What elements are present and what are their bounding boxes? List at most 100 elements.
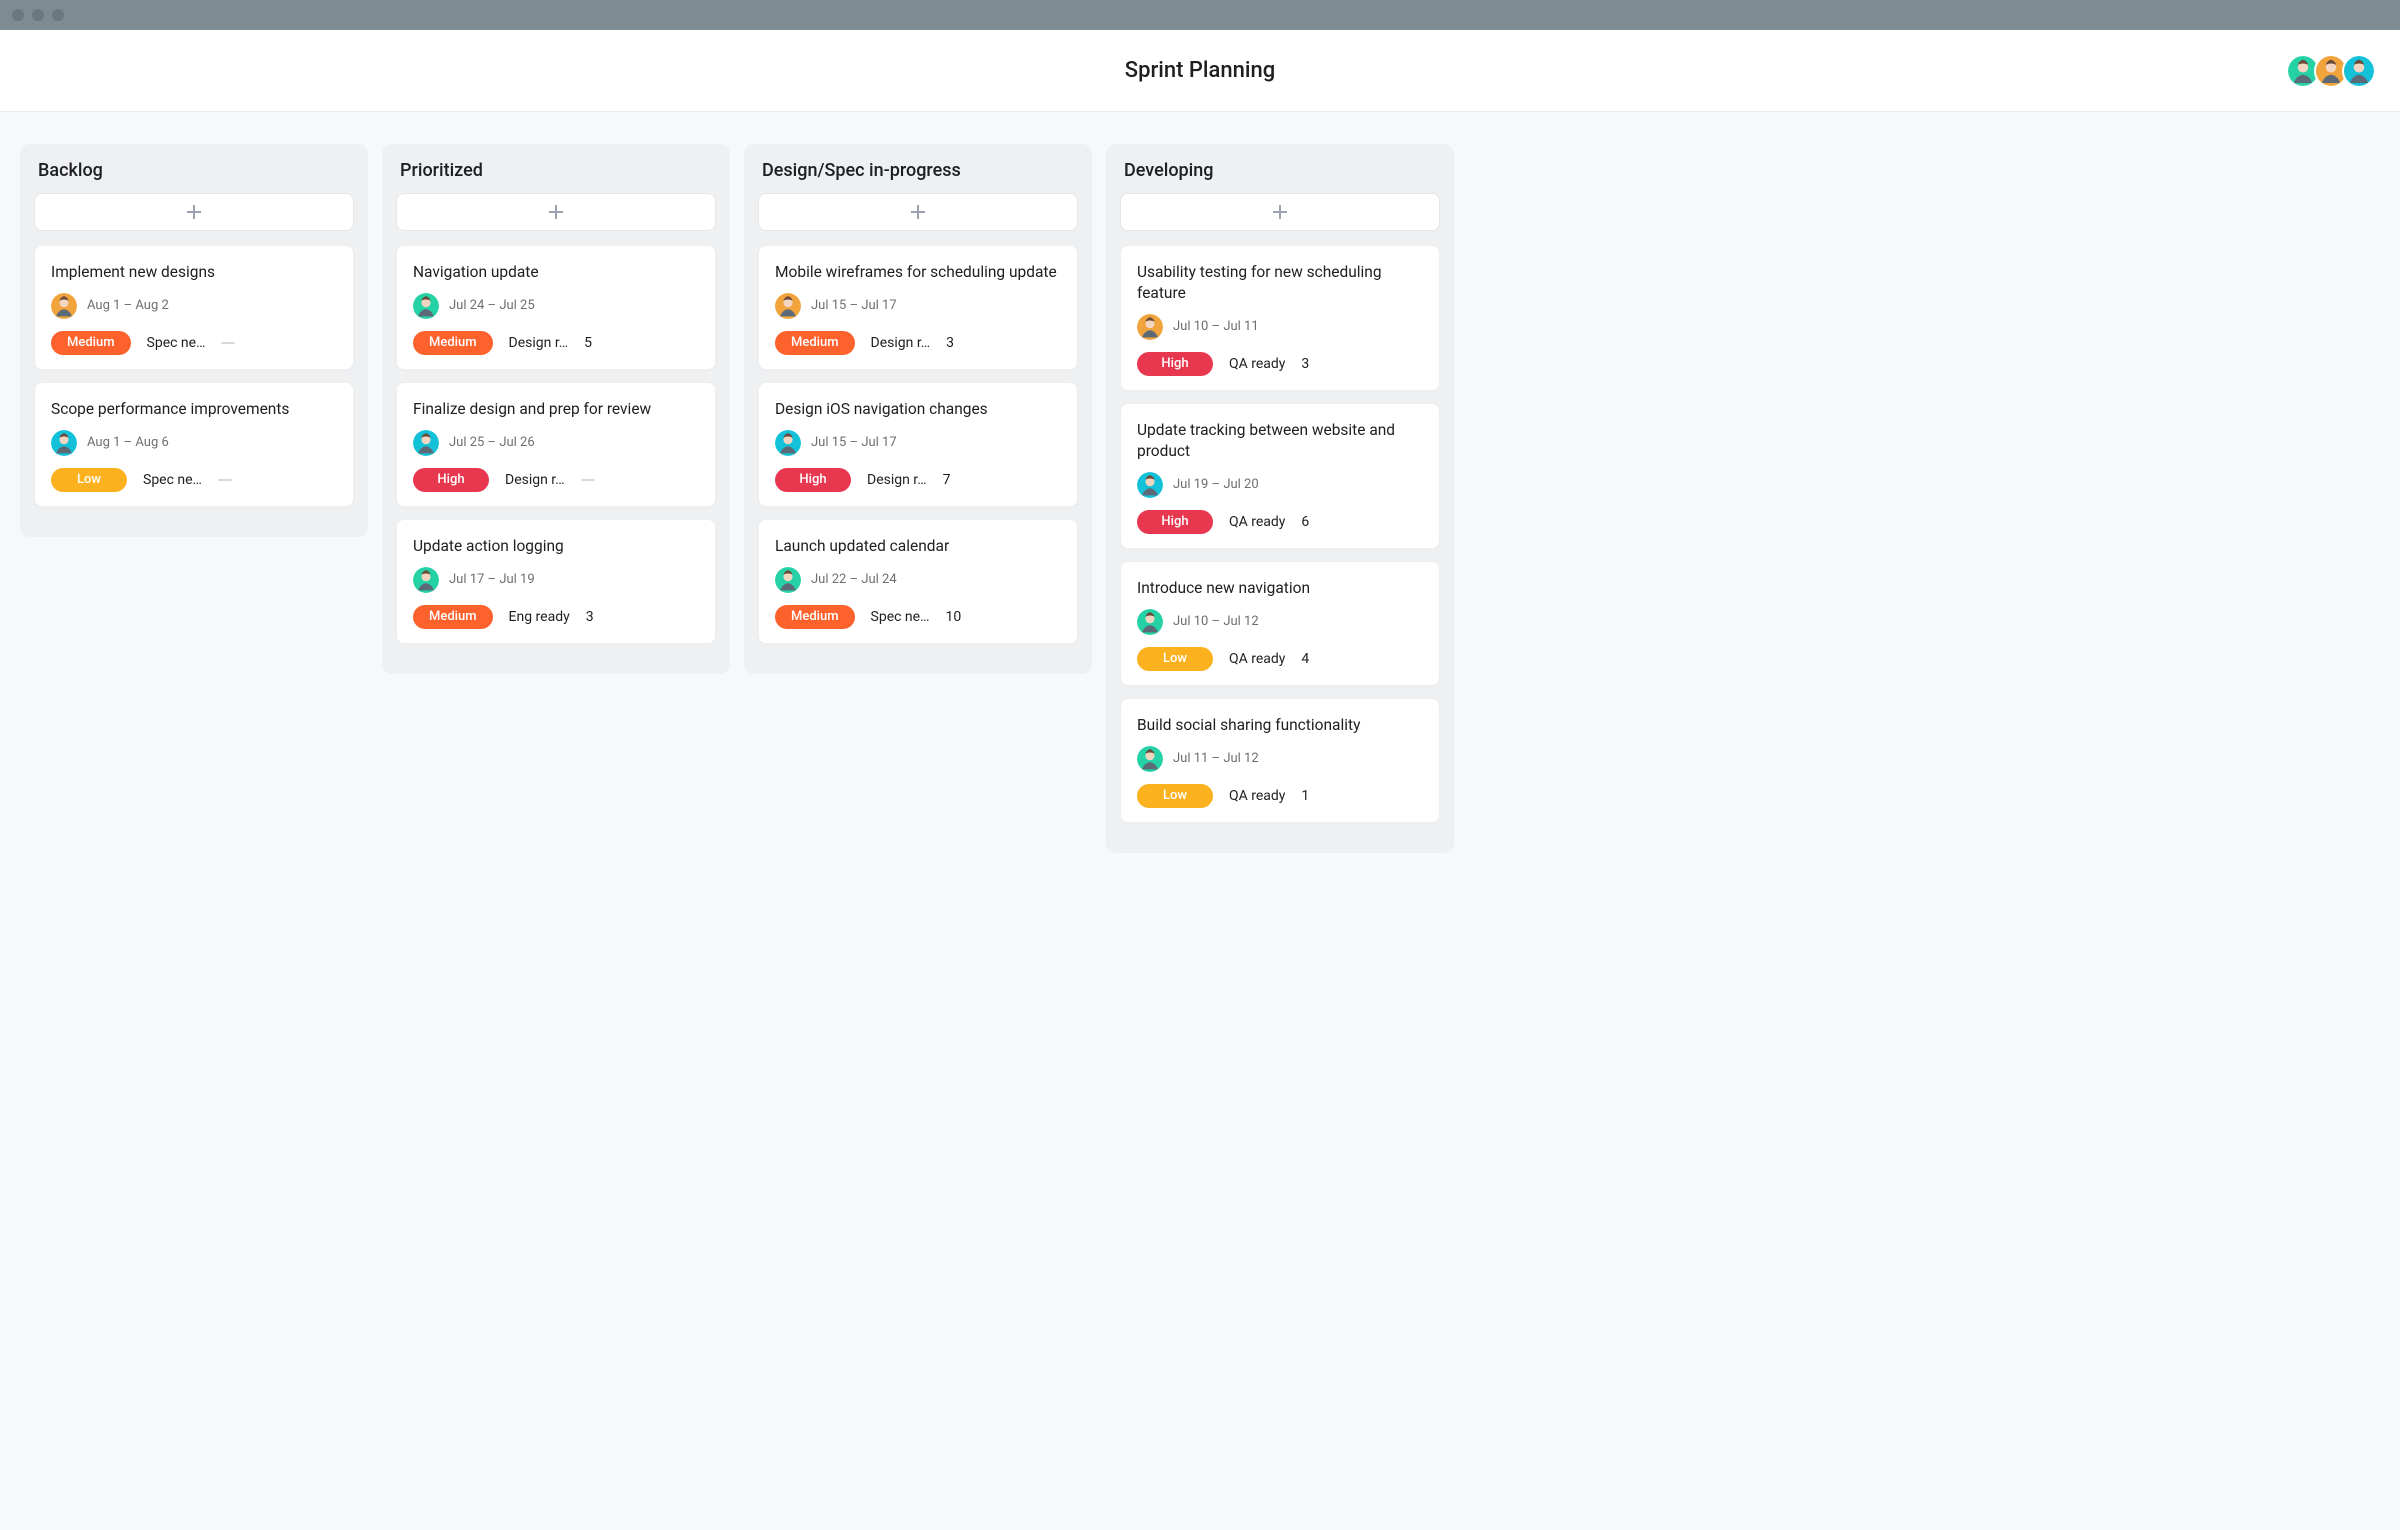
assignee-avatar[interactable]	[413, 430, 439, 456]
priority-pill: High	[1137, 510, 1213, 534]
card-date: Jul 15 – Jul 17	[811, 435, 897, 450]
card-date: Jul 17 – Jul 19	[449, 572, 535, 587]
task-card[interactable]: Implement new designs Aug 1 – Aug 2Mediu…	[34, 245, 354, 370]
card-date: Jul 25 – Jul 26	[449, 435, 535, 450]
card-meta: Aug 1 – Aug 2	[51, 293, 337, 319]
task-card[interactable]: Update action logging Jul 17 – Jul 19 Med…	[396, 519, 716, 644]
column-title: Developing	[1124, 160, 1436, 181]
add-card-button[interactable]	[396, 193, 716, 231]
priority-pill: Medium	[775, 331, 855, 355]
card-footer: MediumSpec ne…10	[775, 605, 1061, 629]
empty-count-icon	[581, 479, 595, 481]
subtask-count: 3	[586, 609, 594, 625]
subtask-count: 1	[1301, 788, 1309, 804]
card-title: Update action logging	[413, 536, 699, 557]
card-footer: LowQA ready1	[1137, 784, 1423, 808]
task-card[interactable]: Mobile wireframes for scheduling update …	[758, 245, 1078, 370]
task-card[interactable]: Scope performance improvements Aug 1 – A…	[34, 382, 354, 507]
card-meta: Jul 24 – Jul 25	[413, 293, 699, 319]
priority-pill: Medium	[413, 331, 493, 355]
subtask-count: 6	[1301, 514, 1309, 530]
card-meta: Jul 11 – Jul 12	[1137, 746, 1423, 772]
add-card-button[interactable]	[1120, 193, 1440, 231]
column-title: Backlog	[38, 160, 350, 181]
header-avatars	[2292, 54, 2376, 88]
card-title: Design iOS navigation changes	[775, 399, 1061, 420]
traffic-minimize-icon[interactable]	[32, 9, 44, 21]
status-label: QA ready	[1229, 356, 1285, 372]
assignee-avatar[interactable]	[1137, 472, 1163, 498]
status-label: QA ready	[1229, 788, 1285, 804]
card-title: Introduce new navigation	[1137, 578, 1423, 599]
empty-count-icon	[221, 342, 235, 344]
add-card-button[interactable]	[758, 193, 1078, 231]
traffic-zoom-icon[interactable]	[52, 9, 64, 21]
assignee-avatar[interactable]	[413, 567, 439, 593]
card-meta: Jul 10 – Jul 12	[1137, 609, 1423, 635]
subtask-count: 7	[943, 472, 951, 488]
card-meta: Jul 10 – Jul 11	[1137, 314, 1423, 340]
assignee-avatar[interactable]	[775, 567, 801, 593]
priority-pill: Low	[1137, 647, 1213, 671]
card-title: Mobile wireframes for scheduling update	[775, 262, 1061, 283]
status-label: Spec ne…	[871, 609, 930, 625]
status-label: QA ready	[1229, 514, 1285, 530]
card-footer: HighDesign r…7	[775, 468, 1061, 492]
priority-pill: High	[1137, 352, 1213, 376]
priority-pill: Low	[51, 468, 127, 492]
kanban-board: Backlog Implement new designs Aug 1 – Aug…	[0, 112, 2400, 885]
status-label: Design r…	[505, 472, 565, 488]
card-title: Navigation update	[413, 262, 699, 283]
assignee-avatar[interactable]	[51, 430, 77, 456]
card-footer: MediumDesign r…5	[413, 331, 699, 355]
card-footer: HighDesign r…	[413, 468, 699, 492]
add-card-button[interactable]	[34, 193, 354, 231]
header-avatar[interactable]	[2342, 54, 2376, 88]
status-label: Design r…	[871, 335, 931, 351]
page-title: Sprint Planning	[1125, 58, 1275, 83]
task-card[interactable]: Finalize design and prep for review Jul …	[396, 382, 716, 507]
traffic-close-icon[interactable]	[12, 9, 24, 21]
card-meta: Jul 22 – Jul 24	[775, 567, 1061, 593]
subtask-count: 4	[1301, 651, 1309, 667]
status-label: Design r…	[867, 472, 927, 488]
card-date: Jul 19 – Jul 20	[1173, 477, 1259, 492]
card-title: Scope performance improvements	[51, 399, 337, 420]
assignee-avatar[interactable]	[413, 293, 439, 319]
plus-icon	[1272, 204, 1288, 220]
card-title: Update tracking between website and prod…	[1137, 420, 1423, 462]
priority-pill: Medium	[413, 605, 493, 629]
assignee-avatar[interactable]	[1137, 314, 1163, 340]
assignee-avatar[interactable]	[51, 293, 77, 319]
card-title: Build social sharing functionality	[1137, 715, 1423, 736]
status-label: Eng ready	[509, 609, 570, 625]
card-meta: Aug 1 – Aug 6	[51, 430, 337, 456]
card-date: Aug 1 – Aug 6	[87, 435, 169, 450]
card-title: Implement new designs	[51, 262, 337, 283]
assignee-avatar[interactable]	[775, 430, 801, 456]
assignee-avatar[interactable]	[1137, 746, 1163, 772]
subtask-count: 10	[945, 609, 961, 625]
card-meta: Jul 15 – Jul 17	[775, 293, 1061, 319]
task-card[interactable]: Navigation update Jul 24 – Jul 25 Medium D…	[396, 245, 716, 370]
card-date: Jul 22 – Jul 24	[811, 572, 897, 587]
status-label: QA ready	[1229, 651, 1285, 667]
card-meta: Jul 15 – Jul 17	[775, 430, 1061, 456]
card-date: Jul 10 – Jul 11	[1173, 319, 1259, 334]
assignee-avatar[interactable]	[775, 293, 801, 319]
card-footer: Medium Eng ready 3	[413, 605, 699, 629]
task-card[interactable]: Build social sharing functionality Jul 1…	[1120, 698, 1440, 823]
browser-chrome	[0, 0, 2400, 30]
assignee-avatar[interactable]	[1137, 609, 1163, 635]
plus-icon	[548, 204, 564, 220]
task-card[interactable]: Update tracking between website and prod…	[1120, 403, 1440, 549]
task-card[interactable]: Design iOS navigation changes Jul 15 – J…	[758, 382, 1078, 507]
app-header: Sprint Planning	[0, 30, 2400, 112]
task-card[interactable]: Launch updated calendar Jul 22 – Jul 24M…	[758, 519, 1078, 644]
task-card[interactable]: Usability testing for new scheduling fea…	[1120, 245, 1440, 391]
board-column: Developing Usability testing for new sche…	[1106, 144, 1454, 853]
status-label: Design r…	[509, 335, 569, 351]
task-card[interactable]: Introduce new navigation Jul 10 – Jul 12…	[1120, 561, 1440, 686]
subtask-count: 3	[1301, 356, 1309, 372]
card-title: Launch updated calendar	[775, 536, 1061, 557]
